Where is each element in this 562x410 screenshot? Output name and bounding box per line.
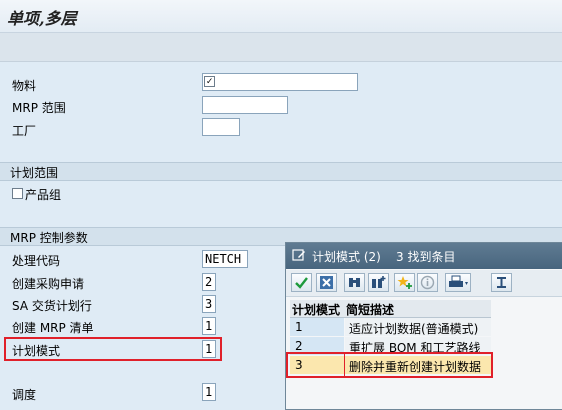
planning-mode-highlight — [4, 337, 222, 361]
application-toolbar — [0, 33, 562, 62]
product-group-checkbox[interactable] — [12, 188, 23, 199]
personal-list-button[interactable] — [394, 273, 415, 292]
highlight-divider — [344, 354, 345, 376]
scheduling-label: 调度 — [12, 388, 37, 402]
required-check-icon: ✓ — [204, 76, 215, 87]
row-code: 1 — [295, 320, 303, 334]
binoculars-icon — [349, 278, 360, 287]
page-title: 单项,多层 — [7, 9, 77, 28]
processing-key-label: 处理代码 — [12, 254, 61, 268]
star-add-icon — [397, 276, 412, 289]
mrp-scope-input[interactable] — [202, 96, 288, 114]
planning-scope-header: 计划范围 — [0, 162, 562, 181]
sa-schedule-lines-input[interactable]: 3 — [202, 295, 216, 313]
confirm-button[interactable] — [291, 273, 312, 292]
create-mrp-list-label: 创建 MRP 清单 — [12, 321, 94, 335]
info-button[interactable] — [417, 273, 438, 292]
find-next-button[interactable] — [368, 273, 389, 292]
popup-grid-header: 计划模式 简短描述 — [290, 300, 491, 318]
popup-title: 计划模式 (2) — [312, 250, 381, 264]
printer-icon — [449, 275, 468, 287]
material-label: 物料 — [12, 79, 37, 93]
edit-window-icon — [292, 249, 305, 261]
scheduling-input[interactable]: 1 — [202, 383, 216, 401]
info-icon — [420, 275, 435, 290]
plant-label: 工厂 — [12, 124, 37, 138]
mrp-scope-label: MRP 范围 — [12, 101, 66, 115]
binoculars-plus-icon — [372, 276, 386, 288]
popup-found-count: 3 找到条目 — [396, 250, 456, 264]
table-row[interactable]: 1 适应计划数据(普通模式) — [290, 318, 491, 336]
create-purreq-label: 创建采购申请 — [12, 277, 85, 291]
print-button[interactable] — [445, 273, 471, 292]
check-icon — [295, 277, 308, 289]
material-input[interactable]: ✓ — [202, 73, 358, 91]
title-bar: 单项,多层 — [0, 0, 562, 33]
product-group-label: 产品组 — [25, 188, 62, 202]
popup-toolbar — [286, 270, 562, 297]
column-header-description[interactable]: 简短描述 — [346, 301, 394, 318]
row-description: 适应计划数据(普通模式) — [349, 322, 479, 336]
sort-button[interactable] — [491, 273, 512, 292]
processing-key-input[interactable]: NETCH — [202, 250, 248, 268]
sa-schedule-lines-label: SA 交货计划行 — [12, 299, 92, 313]
cancel-button[interactable] — [316, 273, 337, 292]
find-button[interactable] — [344, 273, 365, 292]
row-code: 2 — [295, 339, 303, 353]
popup-title-bar[interactable]: 计划模式 (2) 3 找到条目 — [286, 243, 562, 269]
create-mrp-list-input[interactable]: 1 — [202, 317, 216, 335]
create-purreq-input[interactable]: 2 — [202, 273, 216, 291]
column-header-code[interactable]: 计划模式 — [292, 301, 340, 318]
selected-row-highlight — [286, 352, 493, 378]
close-icon — [320, 276, 333, 289]
plant-input[interactable] — [202, 118, 240, 136]
planning-mode-popup: 计划模式 (2) 3 找到条目 计划模式 简短描述 1 适应计划数据(普通模式)… — [285, 242, 562, 410]
tree-icon — [497, 277, 506, 288]
